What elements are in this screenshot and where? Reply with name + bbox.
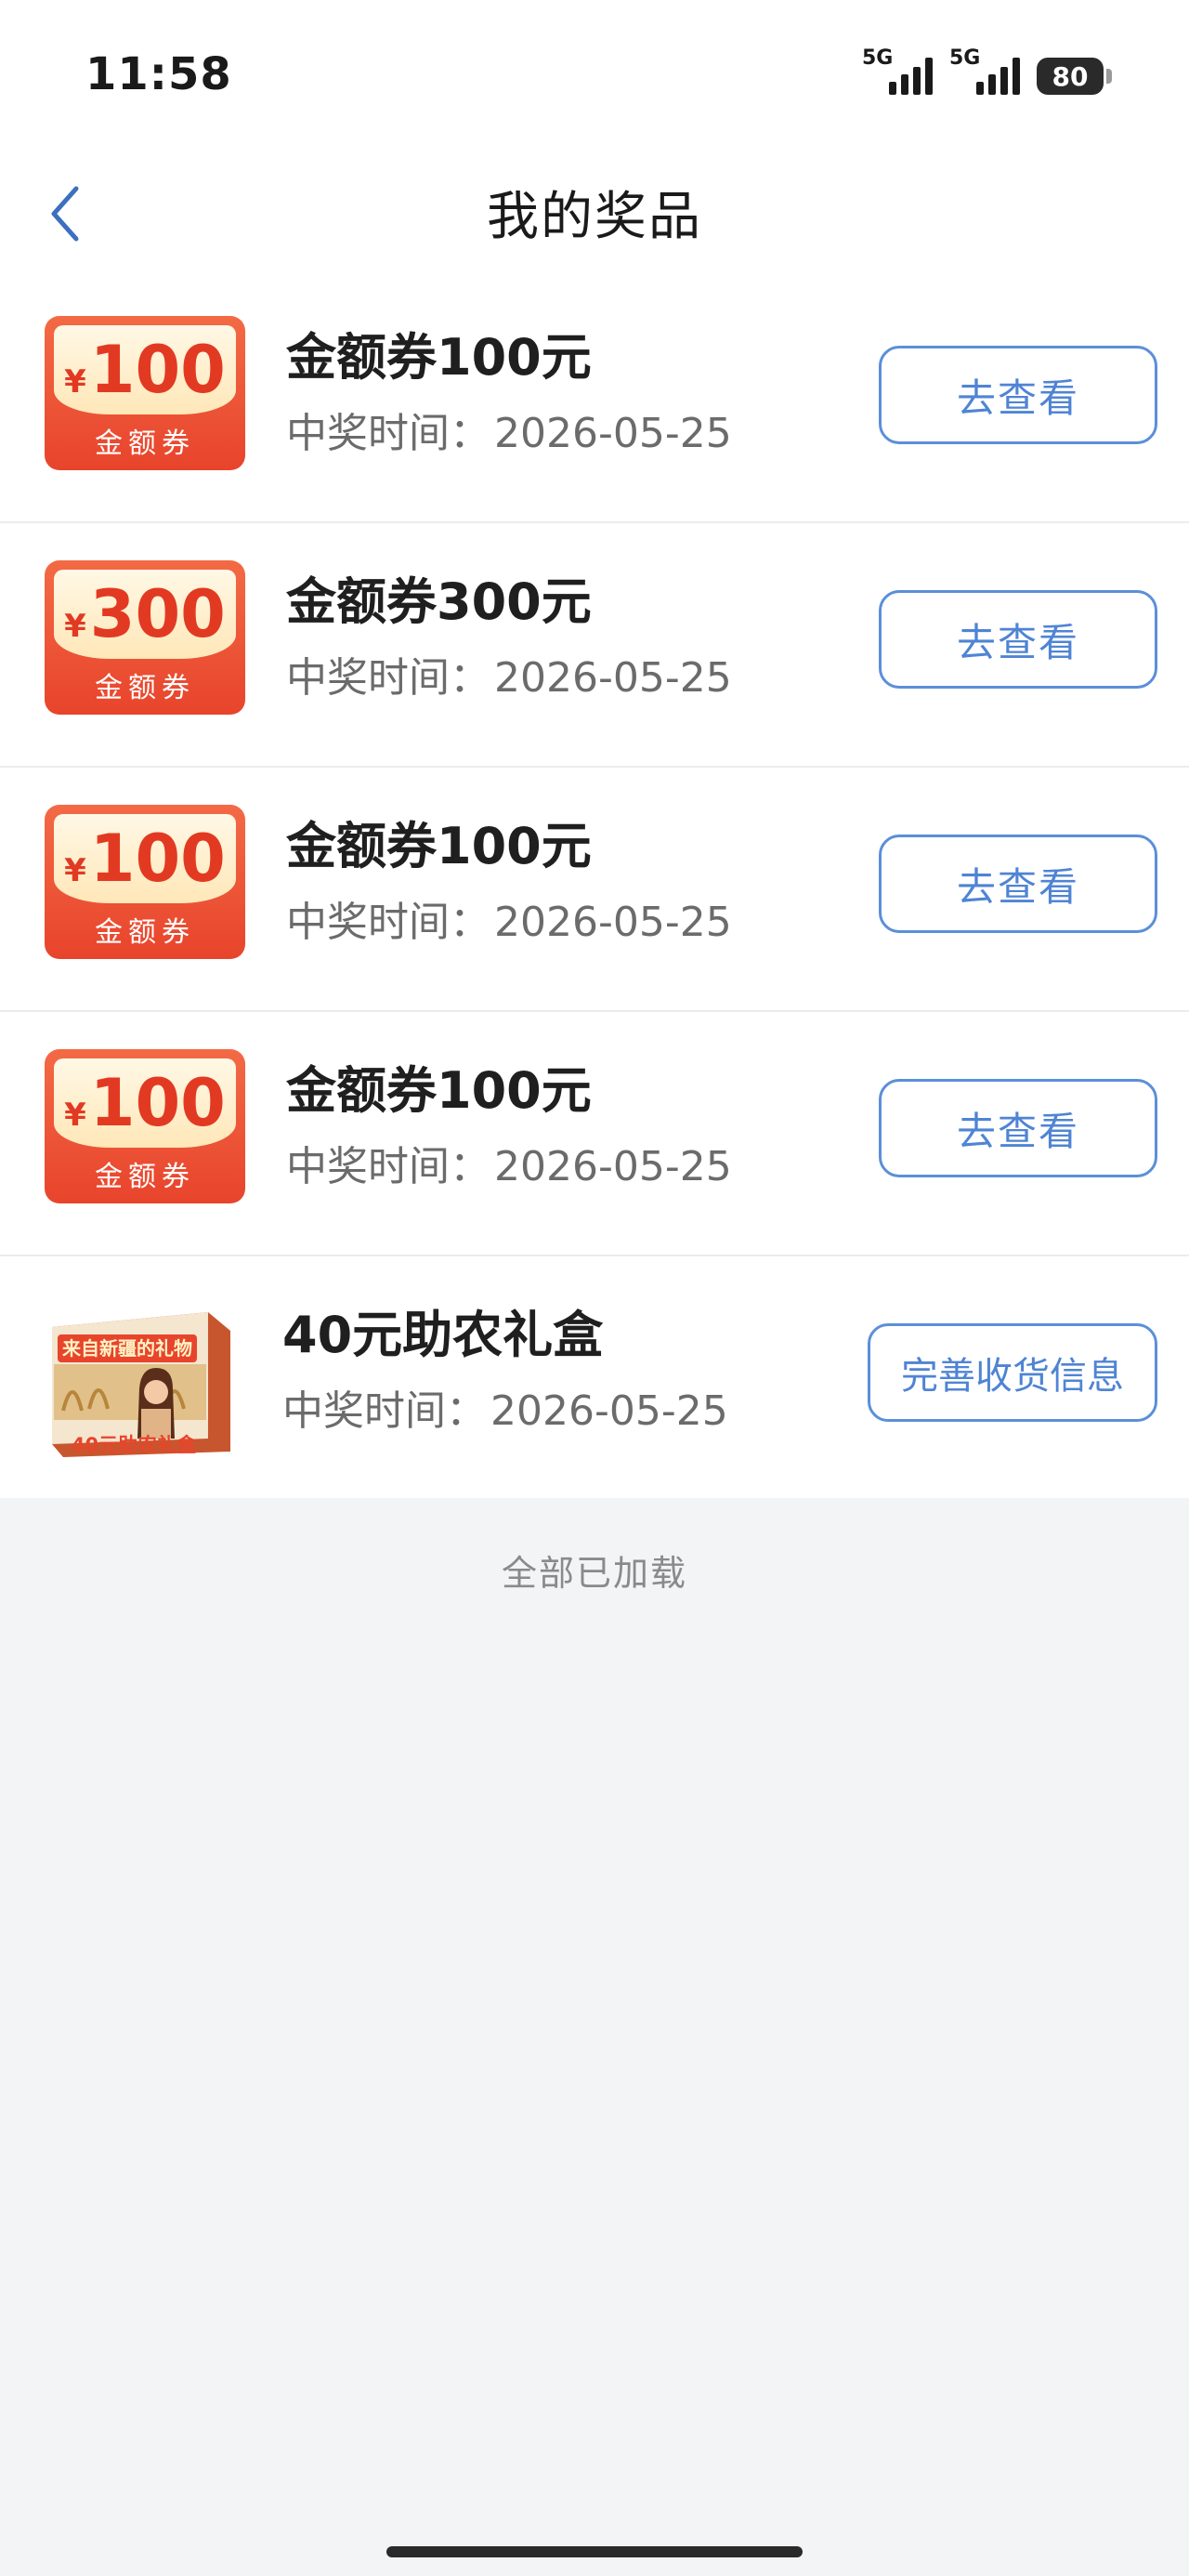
status-time: 11:58 [85,48,232,100]
coupon-badge: ¥ 100 金额券 [45,805,245,959]
prize-name: 金额券100元 [286,817,592,875]
coupon-label: 金额券 [95,1161,195,1193]
prize-time-label: 中奖时间： [282,1387,487,1435]
prize-time-label: 中奖时间： [286,654,490,702]
list-item: ¥ 100 金额券 金额券100元 中奖时间：2026-05-25 去查看 [0,1012,1189,1256]
coupon-label: 金额券 [95,672,195,704]
prize-time-value: 2026-05-25 [494,899,732,946]
list-item: ¥ 100 金额券 金额券100元 中奖时间：2026-05-25 去查看 [0,768,1189,1012]
prize-time: 中奖时间：2026-05-25 [282,1377,728,1437]
list-item: ¥ 100 金额券 金额券100元 中奖时间：2026-05-25 去查看 [0,279,1189,523]
view-button[interactable]: 去查看 [879,1079,1157,1177]
view-button[interactable]: 去查看 [879,590,1157,689]
prize-time: 中奖时间：2026-05-25 [286,888,732,948]
coupon-currency: ¥ [64,363,86,401]
gift-caption: 40元助农礼盒 [72,1434,197,1456]
prize-time-label: 中奖时间： [286,410,490,457]
list-item: 来自新疆的礼物 40元助农礼盒 40元助农礼盒 中奖时间：2026-05-25 … [0,1256,1189,1498]
coupon-currency: ¥ [64,608,86,645]
prize-name: 40元助农礼盒 [282,1306,604,1364]
prize-time-value: 2026-05-25 [494,410,732,457]
coupon-badge: ¥ 300 金额券 [45,560,245,715]
complete-shipping-info-button[interactable]: 完善收货信息 [868,1323,1157,1422]
gift-headline: 来自新疆的礼物 [61,1337,192,1360]
nav-bar: 我的奖品 [0,149,1189,279]
view-button[interactable]: 去查看 [879,835,1157,933]
prize-name: 金额券300元 [286,572,592,631]
prize-time-value: 2026-05-25 [494,654,732,702]
coupon-amount: 100 [89,821,226,897]
gift-box-image: 来自新疆的礼物 40元助农礼盒 [52,1312,230,1457]
prize-time: 中奖时间：2026-05-25 [286,644,732,703]
coupon-amount: 300 [89,576,226,652]
prize-name: 金额券100元 [286,328,592,387]
coupon-amount: 100 [89,332,226,408]
coupon-badge: ¥ 100 金额券 [45,316,245,470]
cellular-signal-icon: 5G [862,46,933,95]
prize-time-value: 2026-05-25 [490,1387,728,1435]
prize-time: 中奖时间：2026-05-25 [286,1133,732,1192]
list-end-note: 全部已加载 [501,1553,687,1594]
page-title: 我的奖品 [487,187,702,247]
prize-time-label: 中奖时间： [286,1143,490,1190]
prize-time-label: 中奖时间： [286,899,490,946]
prize-time: 中奖时间：2026-05-25 [286,400,732,459]
cellular-signal-icon: 5G [949,46,1020,95]
coupon-label: 金额券 [95,427,195,460]
coupon-label: 金额券 [95,916,195,949]
battery-icon: 80 [1037,58,1112,95]
prize-time-value: 2026-05-25 [494,1143,732,1190]
status-bar: 11:58 5G 5G 80 [0,0,1189,149]
prize-list: ¥ 100 金额券 金额券100元 中奖时间：2026-05-25 去查看 ¥ … [0,279,1189,1498]
list-item: ¥ 300 金额券 金额券300元 中奖时间：2026-05-25 去查看 [0,523,1189,768]
battery-level: 80 [1052,60,1089,92]
coupon-amount: 100 [89,1065,226,1141]
coupon-currency: ¥ [64,1097,86,1134]
prize-name: 金额券100元 [286,1061,592,1120]
coupon-badge: ¥ 100 金额券 [45,1049,245,1203]
status-indicators: 5G 5G 80 [862,46,1112,95]
coupon-currency: ¥ [64,852,86,889]
view-button[interactable]: 去查看 [879,346,1157,444]
home-indicator[interactable] [386,2546,803,2557]
